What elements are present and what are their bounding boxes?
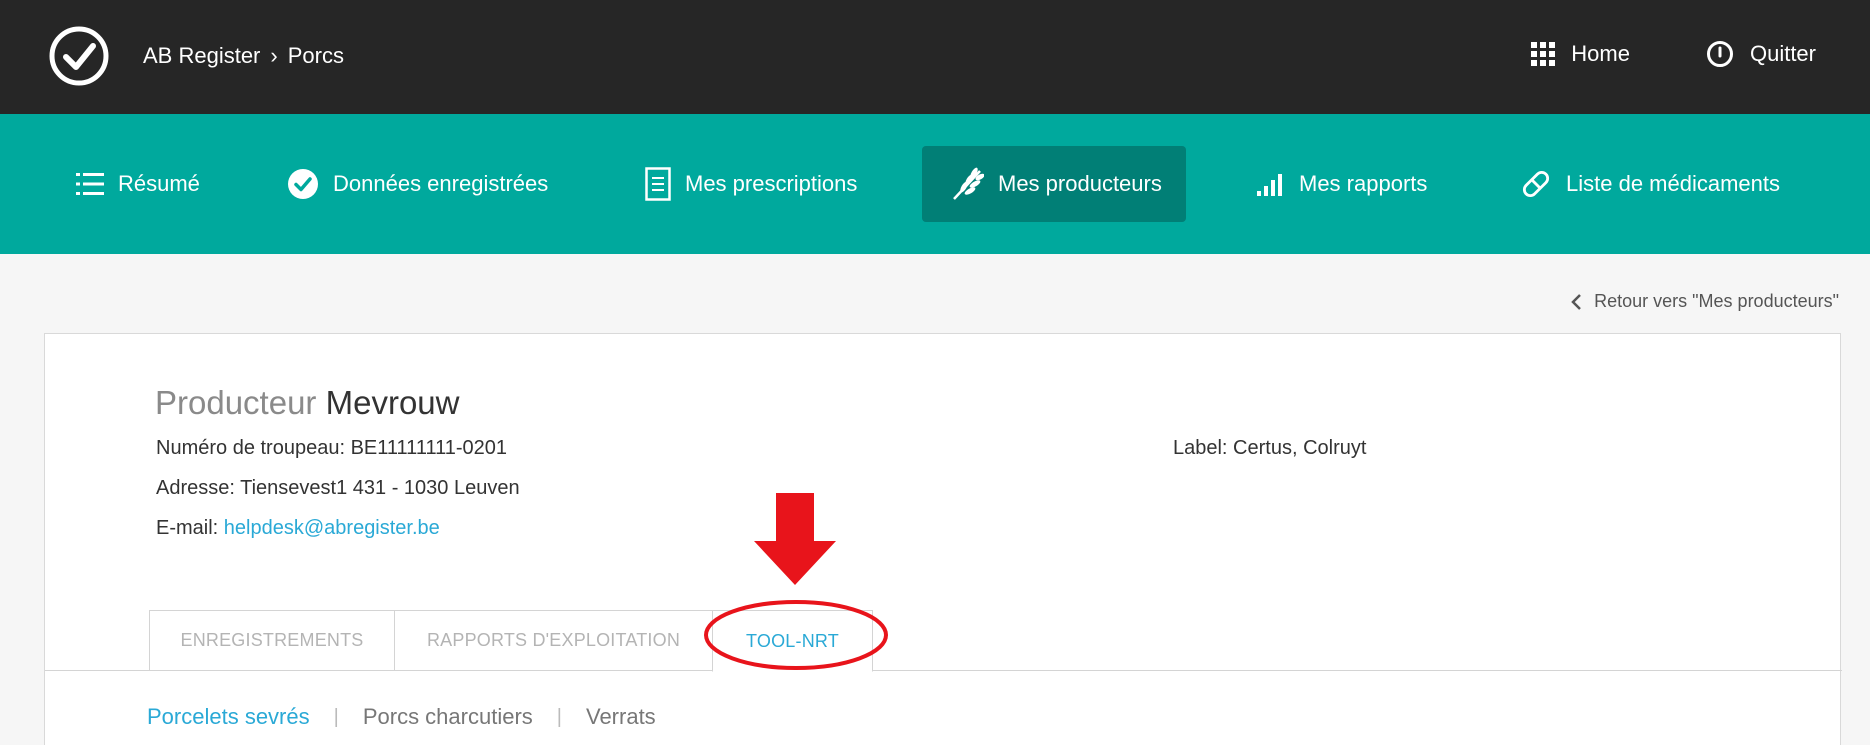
home-button[interactable]: Home — [1531, 41, 1630, 67]
pill-icon — [1522, 170, 1550, 198]
nav-item-rapports[interactable]: Mes rapports — [1257, 146, 1427, 222]
nav-label: Mes producteurs — [998, 171, 1162, 196]
tab-enregistrements[interactable]: ENREGISTREMENTS — [149, 610, 395, 671]
nav-label: Mes prescriptions — [685, 171, 858, 196]
nav-label: Résumé — [118, 171, 200, 196]
back-link-label: Retour vers "Mes producteurs" — [1594, 291, 1839, 311]
breadcrumb: AB Register › Porcs — [143, 43, 344, 69]
checkmark-logo-icon[interactable] — [48, 25, 110, 87]
list-icon — [76, 173, 104, 195]
address-value: Tiensevest1 431 - 1030 Leuven — [240, 477, 520, 499]
annotation-ellipse-icon — [704, 600, 888, 670]
nav-item-donnees[interactable]: Données enregistrées — [287, 146, 548, 222]
annotation-arrow-icon — [754, 493, 836, 585]
subtab-porcelets-sevres[interactable]: Porcelets sevrés — [147, 704, 310, 730]
subtab-porcs-charcutiers[interactable]: Porcs charcutiers — [363, 704, 533, 730]
nav-item-prescriptions[interactable]: Mes prescriptions — [645, 146, 857, 222]
subtab-separator: | — [556, 705, 562, 728]
tab-rapports-exploitation[interactable]: RAPPORTS D'EXPLOITATION — [394, 610, 713, 671]
producer-name: Mevrouw — [325, 384, 460, 421]
grid-icon — [1531, 42, 1556, 66]
email-line: E-mail: helpdesk@abregister.be — [156, 517, 440, 540]
subtab-verrats[interactable]: Verrats — [586, 704, 656, 730]
chevron-left-icon — [1571, 293, 1582, 310]
nav-label: Liste de médicaments — [1566, 171, 1780, 196]
label-info: Label: Certus, Colruyt — [1173, 437, 1367, 459]
power-icon — [1706, 41, 1733, 67]
subtab-separator: | — [333, 705, 339, 728]
top-bar: AB Register › Porcs Home Quitter — [0, 0, 1870, 114]
check-circle-icon — [288, 169, 318, 199]
document-icon — [645, 167, 671, 201]
email-label: E-mail: — [156, 517, 219, 539]
producer-title-label: Producteur — [155, 384, 317, 421]
back-to-producers-link[interactable]: Retour vers "Mes producteurs" — [1570, 291, 1839, 312]
breadcrumb-item-porcs[interactable]: Porcs — [288, 43, 344, 69]
address-line: Adresse: Tiensevest1 431 - 1030 Leuven — [156, 477, 520, 500]
nav-label: Mes rapports — [1299, 171, 1428, 196]
main-nav: Résumé Données enregistrées Mes prescrip… — [0, 114, 1870, 254]
nav-item-medicaments[interactable]: Liste de médicaments — [1520, 146, 1780, 222]
address-label: Adresse: — [156, 477, 235, 499]
nav-item-producteurs[interactable]: Mes producteurs — [922, 146, 1186, 222]
email-link[interactable]: helpdesk@abregister.be — [224, 517, 440, 539]
herd-number-line: Numéro de troupeau: BE11111111-0201 — [156, 437, 507, 460]
signal-bars-icon — [1257, 174, 1282, 196]
page-title: Producteur Mevrouw — [155, 384, 459, 422]
quit-label: Quitter — [1749, 41, 1816, 66]
nav-item-resume[interactable]: Résumé — [76, 146, 200, 222]
nav-label: Données enregistrées — [333, 171, 549, 196]
breadcrumb-separator: › — [270, 43, 278, 68]
wheat-icon — [953, 167, 984, 200]
subtabs: Porcelets sevrés | Porcs charcutiers | V… — [147, 704, 656, 730]
home-label: Home — [1571, 41, 1630, 66]
herd-number-label: Numéro de troupeau: — [156, 437, 346, 459]
herd-number-value: BE11111111-0201 — [350, 437, 508, 459]
producer-card: Producteur Mevrouw Numéro de troupeau: B… — [44, 333, 1842, 745]
quit-button[interactable]: Quitter — [1706, 40, 1816, 68]
breadcrumb-item-ab-register[interactable]: AB Register — [143, 43, 260, 69]
